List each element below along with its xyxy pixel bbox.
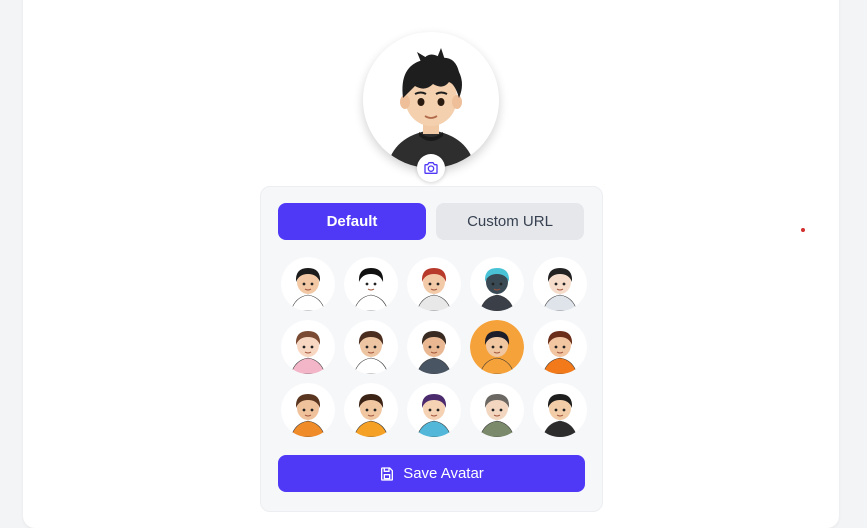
avatar-orange-bg-girl[interactable] <box>470 320 524 374</box>
avatar-orange-bg-girl-image <box>470 320 524 374</box>
avatar-purple-hair-boy[interactable] <box>407 383 461 437</box>
avatar-suit-guy-image <box>344 320 398 374</box>
save-avatar-label: Save Avatar <box>403 465 484 482</box>
avatar-orange-hoodie-girl-image <box>533 320 587 374</box>
avatar-glasses-boy[interactable] <box>344 383 398 437</box>
avatar-source-tabs: Default Custom URL <box>278 203 584 240</box>
avatar-bob-cut-girl[interactable] <box>281 320 335 374</box>
avatar-long-hair-girl[interactable] <box>533 257 587 311</box>
current-avatar <box>363 32 499 168</box>
avatar-scarf-boy[interactable] <box>470 383 524 437</box>
tab-custom-url[interactable]: Custom URL <box>436 203 584 240</box>
avatar-grid <box>281 257 587 437</box>
red-dot-marker <box>801 228 805 232</box>
avatar-purple-hair-boy-image <box>407 383 461 437</box>
avatar-long-hair-girl-image <box>533 257 587 311</box>
avatar-monokuma-bear[interactable] <box>344 257 398 311</box>
avatar-curly-hair-girl[interactable] <box>281 383 335 437</box>
avatar-curly-hair-girl-image <box>281 383 335 437</box>
avatar-dark-hoodie-boy-image <box>533 383 587 437</box>
save-icon <box>381 466 394 481</box>
avatar-picker-panel: Default Custom URL Save Avatar <box>260 186 603 512</box>
avatar-blue-flame-hero[interactable] <box>470 257 524 311</box>
change-photo-button[interactable] <box>417 154 445 182</box>
avatar-beanie-girl-image <box>407 320 461 374</box>
avatar-sunglasses-guy-image <box>281 257 335 311</box>
tab-default[interactable]: Default <box>278 203 426 240</box>
avatar-suit-guy[interactable] <box>344 320 398 374</box>
avatar-headband-boy[interactable] <box>407 257 461 311</box>
avatar-bob-cut-girl-image <box>281 320 335 374</box>
save-avatar-button[interactable]: Save Avatar <box>278 455 585 492</box>
avatar-blue-flame-hero-image <box>470 257 524 311</box>
avatar-orange-hoodie-girl[interactable] <box>533 320 587 374</box>
avatar-beanie-girl[interactable] <box>407 320 461 374</box>
avatar-dark-hoodie-boy[interactable] <box>533 383 587 437</box>
avatar-glasses-boy-image <box>344 383 398 437</box>
avatar-headband-boy-image <box>407 257 461 311</box>
avatar-scarf-boy-image <box>470 383 524 437</box>
current-avatar-image <box>363 32 499 168</box>
current-avatar-container <box>363 32 499 182</box>
avatar-sunglasses-guy[interactable] <box>281 257 335 311</box>
camera-icon <box>424 162 438 174</box>
avatar-monokuma-bear-image <box>344 257 398 311</box>
